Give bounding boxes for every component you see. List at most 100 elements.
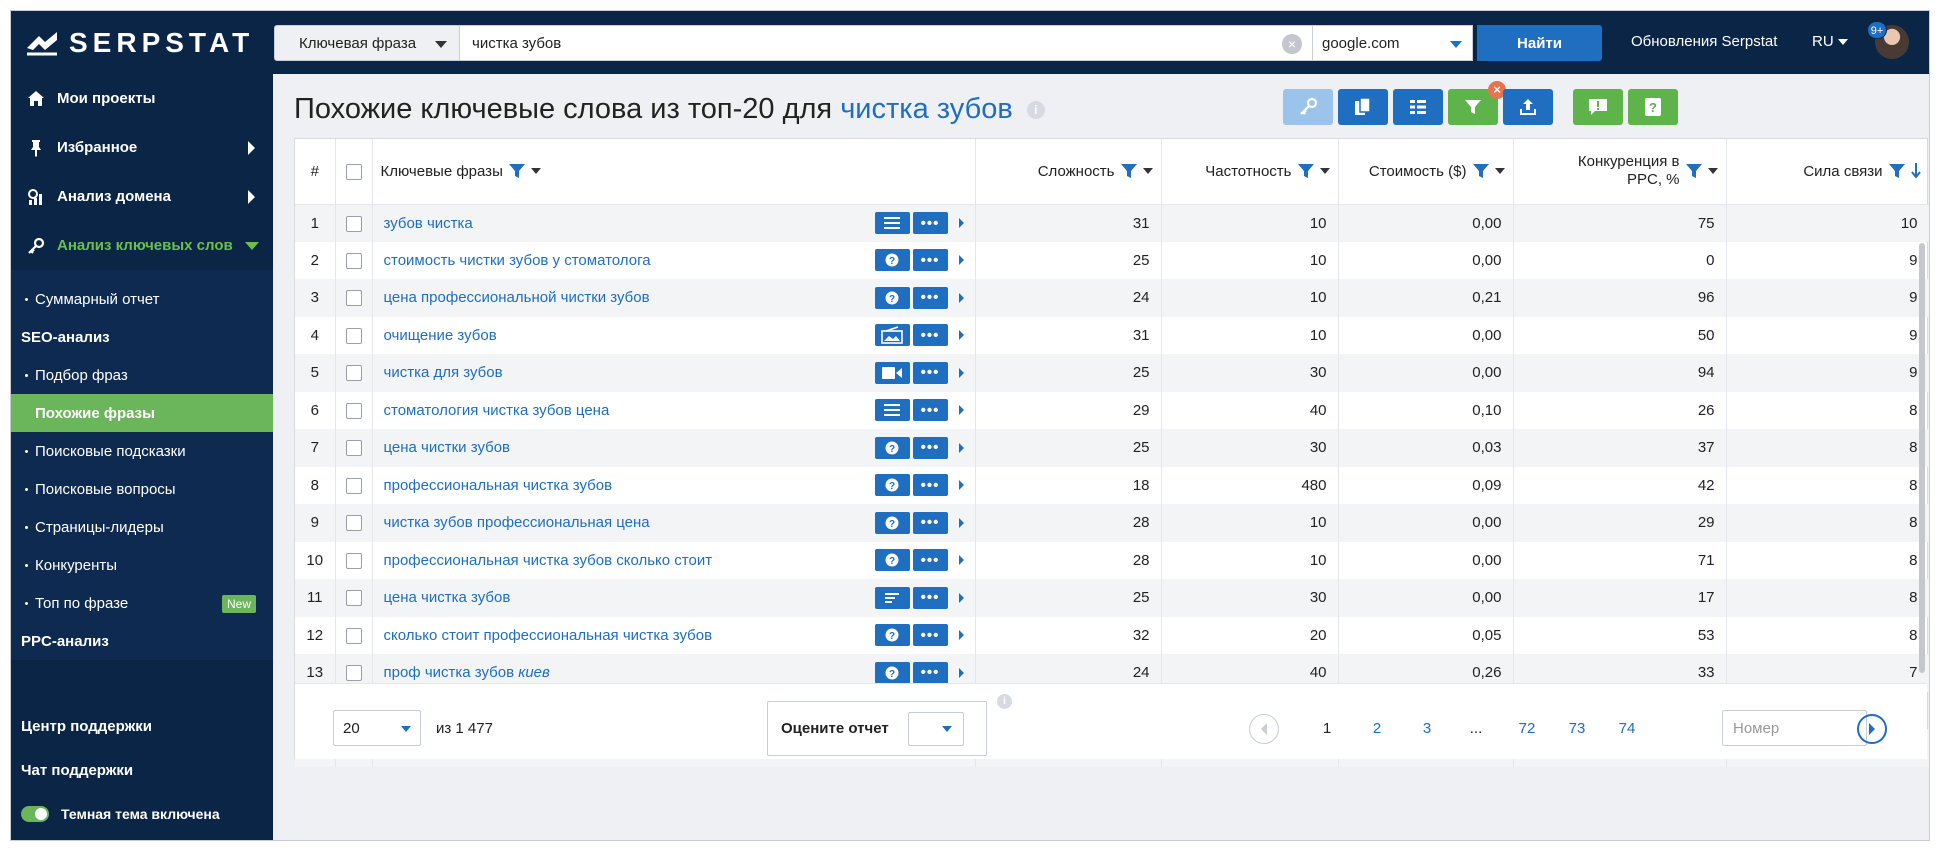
sidebar-item-keyword-selection[interactable]: Подбор фраз xyxy=(11,356,273,394)
question-serp-feature-icon[interactable]: ? xyxy=(874,511,910,534)
expand-arrow-icon[interactable] xyxy=(958,480,964,491)
row-checkbox[interactable] xyxy=(345,627,362,644)
table-row[interactable]: 9 чистка зубов профессиональная цена? ••• 2… xyxy=(295,504,1929,542)
find-button[interactable]: Найти xyxy=(1477,25,1602,61)
column-header-cost[interactable]: Стоимость ($) xyxy=(1338,139,1514,205)
filter-icon[interactable] xyxy=(1120,163,1137,179)
more-actions-button[interactable]: ••• xyxy=(912,511,948,534)
sidebar-item-competitors[interactable]: Конкуренты xyxy=(11,546,273,584)
sidebar-section-ppc[interactable]: PPC-анализ xyxy=(11,622,273,660)
expand-arrow-icon[interactable] xyxy=(958,405,964,416)
search-input[interactable]: чистка зубов × xyxy=(460,25,1313,61)
key-button[interactable] xyxy=(1283,89,1333,125)
list-serp-feature-icon[interactable] xyxy=(874,212,910,234)
sidebar-item-domain-analysis[interactable]: Анализ домена xyxy=(11,172,273,221)
column-header-volume[interactable]: Частотность xyxy=(1161,139,1339,205)
filter-icon[interactable] xyxy=(508,163,525,179)
keyword-link[interactable]: профессиональная чистка зубов xyxy=(384,477,613,494)
table-row[interactable]: 10 профессиональная чистка зубов сколько … xyxy=(295,541,1929,579)
keyword-link[interactable]: стоимость чистки зубов у стоматолога xyxy=(384,252,651,269)
table-row[interactable]: 12 сколько стоит профессиональная чистка … xyxy=(295,616,1929,654)
keyword-link[interactable]: профессиональная чистка зубов сколько ст… xyxy=(384,552,713,569)
more-actions-button[interactable]: ••• xyxy=(912,324,948,347)
row-checkbox[interactable] xyxy=(345,290,362,307)
keyword-link[interactable]: цена чистки зубов xyxy=(384,439,511,456)
sidebar-item-my-projects[interactable]: Мои проекты xyxy=(11,74,273,123)
list-serp-feature-icon[interactable] xyxy=(874,399,910,422)
sidebar-item-search-suggestions[interactable]: Поисковые подсказки xyxy=(11,432,273,470)
question-serp-feature-icon[interactable]: ? xyxy=(874,549,910,572)
sort-desc-icon[interactable] xyxy=(1910,163,1921,179)
snippet-serp-feature-icon[interactable] xyxy=(874,586,910,609)
row-checkbox[interactable] xyxy=(345,590,362,607)
more-actions-button[interactable]: ••• xyxy=(912,249,948,272)
page-number-input[interactable]: Номер xyxy=(1722,710,1867,746)
keyword-link[interactable]: цена чистка зубов xyxy=(384,589,511,606)
filter-icon[interactable] xyxy=(1297,163,1314,179)
filter-icon[interactable] xyxy=(1685,163,1702,179)
vertical-scrollbar[interactable] xyxy=(1919,243,1925,673)
row-checkbox[interactable] xyxy=(345,252,362,269)
dark-theme-toggle-row[interactable]: Темная тема включена xyxy=(11,792,273,836)
keyword-link[interactable]: зубов чистка xyxy=(384,215,473,232)
next-page-button[interactable] xyxy=(1857,714,1887,744)
column-header-difficulty[interactable]: Сложность xyxy=(975,139,1162,205)
table-row[interactable]: 7 цена чистки зубов? ••• 25 30 0,03 37 8 xyxy=(295,429,1929,467)
keyword-link[interactable]: очищение зубов xyxy=(384,327,497,344)
chevron-down-icon[interactable] xyxy=(1319,168,1330,175)
expand-arrow-icon[interactable] xyxy=(958,218,964,228)
chevron-down-icon[interactable] xyxy=(1494,168,1505,175)
serpstat-logo[interactable]: SERPSTAT xyxy=(25,27,254,59)
keyword-link[interactable]: сколько стоит профессиональная чистка зу… xyxy=(384,627,713,644)
expand-arrow-icon[interactable] xyxy=(958,630,964,641)
row-checkbox[interactable] xyxy=(345,515,362,532)
updates-link[interactable]: Обновления Serpstat xyxy=(1631,33,1777,50)
row-checkbox[interactable] xyxy=(345,477,362,494)
expand-arrow-icon[interactable] xyxy=(958,255,964,266)
row-checkbox[interactable] xyxy=(345,402,362,419)
help-button[interactable]: ? xyxy=(1628,89,1678,125)
expand-arrow-icon[interactable] xyxy=(958,367,964,378)
sidebar-item-top-pages[interactable]: Страницы-лидеры xyxy=(11,508,273,546)
page-3[interactable]: 3 xyxy=(1407,720,1447,737)
more-actions-button[interactable]: ••• xyxy=(912,586,948,609)
keyword-link[interactable]: чистка зубов профессиональная цена xyxy=(384,514,650,531)
expand-arrow-icon[interactable] xyxy=(958,555,964,566)
expand-arrow-icon[interactable] xyxy=(958,592,964,603)
table-row[interactable]: 4 очищение зубов ••• 31 10 0,00 50 9 xyxy=(295,316,1929,354)
chevron-down-icon[interactable] xyxy=(530,168,541,175)
page-74[interactable]: 74 xyxy=(1607,720,1647,737)
expand-arrow-icon[interactable] xyxy=(958,292,964,303)
row-checkbox[interactable] xyxy=(345,440,362,457)
table-row[interactable]: 11 цена чистка зубов ••• 25 30 0,00 17 8 xyxy=(295,579,1929,617)
expand-arrow-icon[interactable] xyxy=(958,330,964,341)
row-checkbox[interactable] xyxy=(345,365,362,382)
rate-report-select[interactable] xyxy=(908,712,964,746)
question-serp-feature-icon[interactable]: ? xyxy=(874,474,910,497)
dark-theme-toggle[interactable] xyxy=(21,806,49,822)
page-2[interactable]: 2 xyxy=(1357,720,1397,737)
more-actions-button[interactable]: ••• xyxy=(912,549,948,572)
select-all-checkbox[interactable] xyxy=(345,163,362,180)
clear-search-icon[interactable]: × xyxy=(1282,34,1302,54)
question-serp-feature-icon[interactable]: ? xyxy=(874,661,910,684)
row-checkbox[interactable] xyxy=(345,327,362,344)
column-header-relevance[interactable]: Сила связи xyxy=(1726,139,1929,205)
keyword-link[interactable]: цена профессиональной чистки зубов xyxy=(384,289,650,306)
copy-button[interactable] xyxy=(1338,89,1388,125)
info-icon[interactable]: i xyxy=(1026,101,1045,120)
page-73[interactable]: 73 xyxy=(1557,720,1597,737)
question-serp-feature-icon[interactable]: ? xyxy=(874,249,910,272)
image-serp-feature-icon[interactable] xyxy=(874,324,910,347)
row-checkbox[interactable] xyxy=(345,665,362,682)
per-page-select[interactable]: 20 xyxy=(333,710,421,746)
sidebar-item-top-by-keyword[interactable]: Топ по фразе New xyxy=(11,584,273,622)
chevron-down-icon[interactable] xyxy=(1707,168,1718,175)
expand-arrow-icon[interactable] xyxy=(958,667,964,678)
chevron-down-icon[interactable] xyxy=(1142,168,1153,175)
table-row[interactable]: 5 чистка для зубов ••• 25 30 0,00 94 9 xyxy=(295,354,1929,392)
keyword-link[interactable]: чистка для зубов xyxy=(384,364,503,381)
table-row[interactable]: 6 стоматология чистка зубов цена ••• 29 40 0,… xyxy=(295,391,1929,429)
columns-button[interactable] xyxy=(1393,89,1443,125)
column-header-competition[interactable]: Конкуренция в PPC, % xyxy=(1513,139,1727,205)
